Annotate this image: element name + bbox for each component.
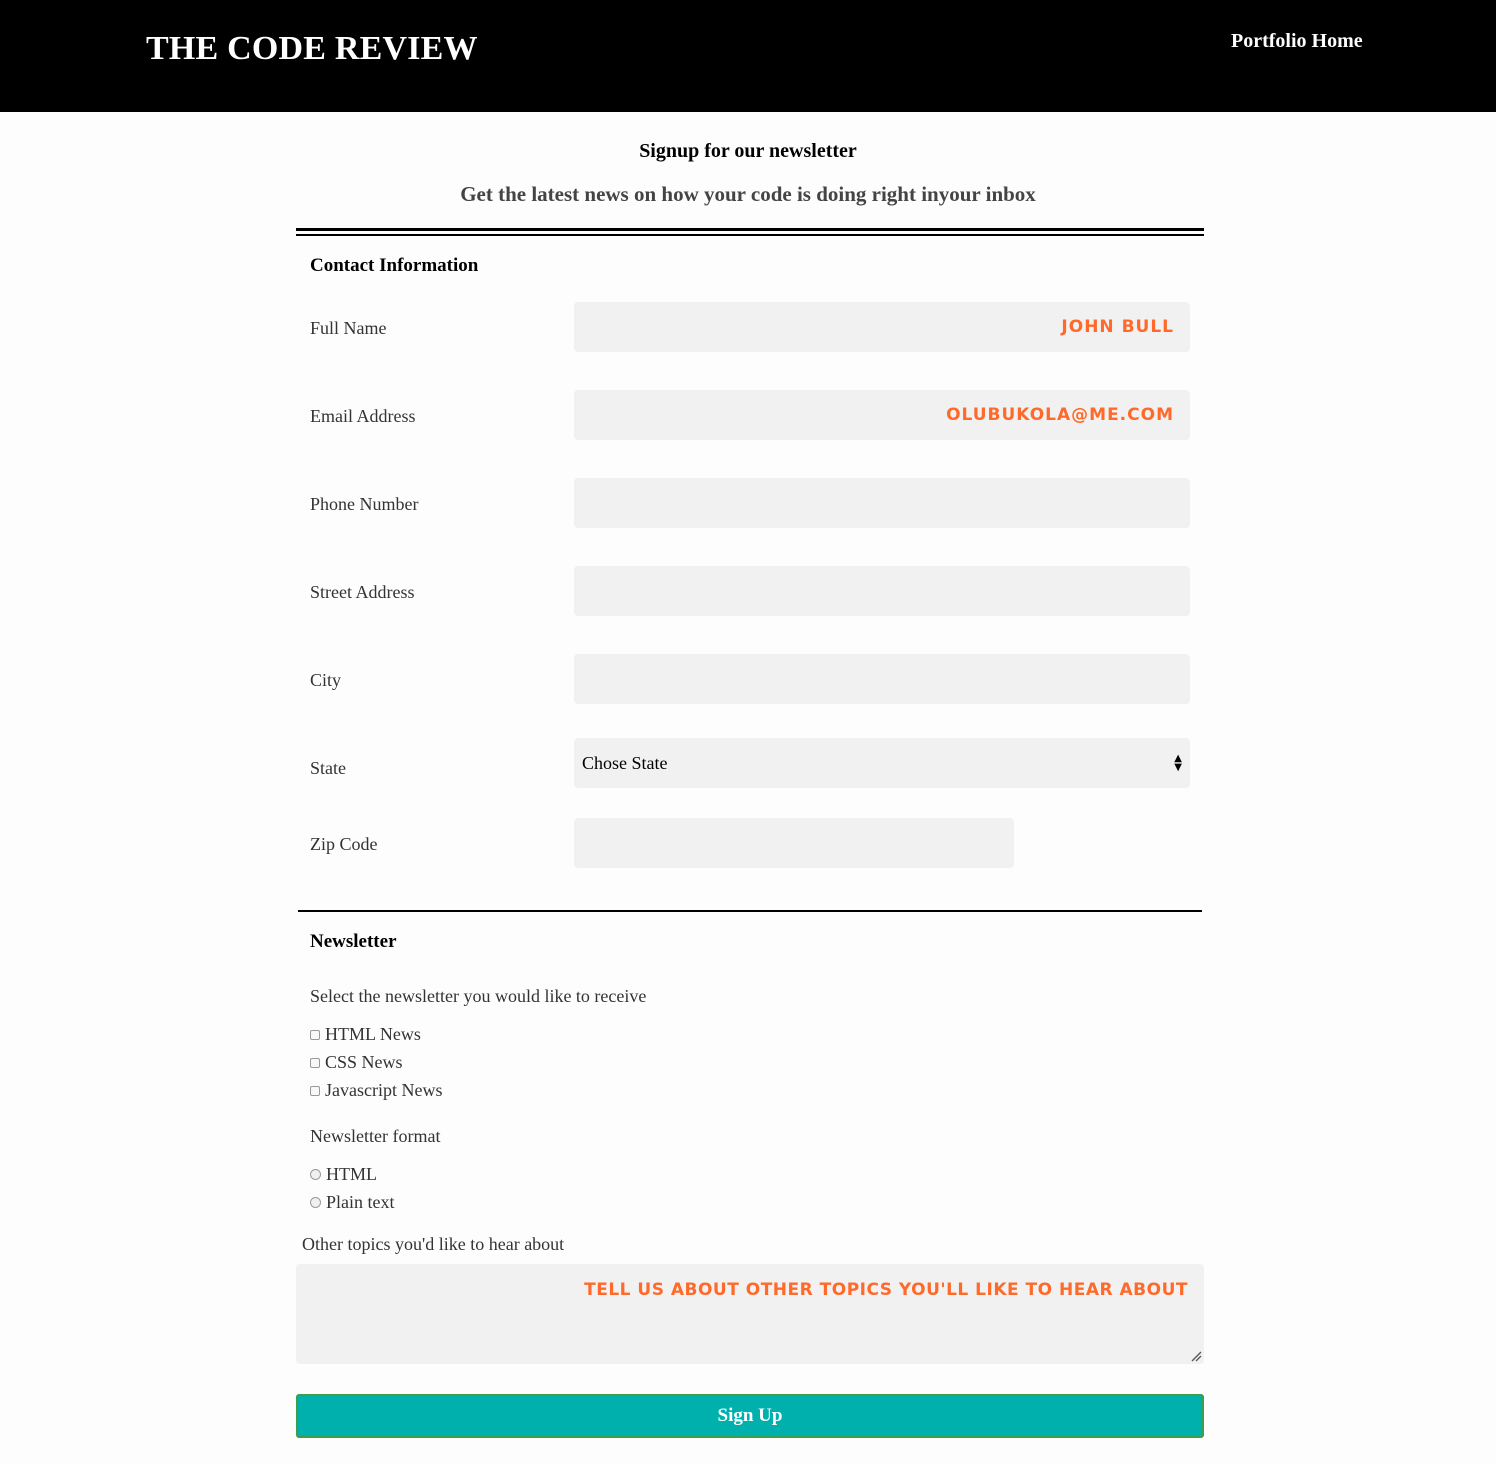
javascript-news-checkbox[interactable] [310, 1085, 320, 1096]
checkbox-row[interactable]: CSS News [310, 1052, 403, 1073]
sign-up-button[interactable]: Sign Up [296, 1394, 1204, 1438]
email-input[interactable]: olubukola@me.com [574, 390, 1190, 440]
zip-input[interactable] [574, 818, 1014, 868]
other-topics-textarea[interactable]: Tell us about other topics you'll like t… [296, 1264, 1204, 1364]
brand-title: THE CODE REVIEW [146, 30, 478, 67]
radio-row[interactable]: Plain text [310, 1192, 395, 1213]
city-label: City [310, 670, 342, 690]
street-input[interactable] [574, 566, 1190, 616]
phone-label: Phone Number [310, 494, 419, 514]
signup-heading: Signup for our newsletter [639, 140, 857, 162]
signup-subheading: Get the latest news on how your code is … [460, 182, 1036, 206]
zip-label: Zip Code [310, 834, 378, 854]
html-news-label: HTML News [325, 1024, 421, 1044]
css-news-checkbox[interactable] [310, 1057, 320, 1068]
newsletter-select-prompt: Select the newsletter you would like to … [310, 986, 647, 1006]
checkbox-row[interactable]: Javascript News [310, 1080, 442, 1101]
other-topics-text: Tell us about other topics you'll like t… [584, 1280, 1188, 1300]
html-news-checkbox[interactable] [310, 1029, 320, 1040]
format-html-radio[interactable] [310, 1169, 321, 1180]
radio-row[interactable]: HTML [310, 1164, 377, 1185]
city-input[interactable] [574, 654, 1190, 704]
street-label: Street Address [310, 582, 415, 602]
section-divider-double [296, 228, 1204, 236]
updown-arrows-icon: ▲ ▼ [1174, 753, 1182, 773]
full-name-input[interactable]: John Bull [574, 302, 1190, 352]
javascript-news-label: Javascript News [325, 1080, 443, 1100]
state-select-value: Chose State [582, 752, 668, 773]
top-header: THE CODE REVIEW Portfolio Home [0, 0, 1496, 112]
other-topics-label: Other topics you'd like to hear about [302, 1234, 565, 1254]
css-news-label: CSS News [325, 1052, 403, 1072]
portfolio-home-link[interactable]: Portfolio Home [1231, 30, 1363, 53]
section-divider [298, 910, 1202, 912]
phone-input[interactable] [574, 478, 1190, 528]
contact-section-title: Contact Information [310, 255, 479, 276]
format-plain-text-radio[interactable] [310, 1197, 321, 1208]
format-plain-text-label: Plain text [326, 1192, 395, 1212]
format-html-label: HTML [326, 1164, 377, 1184]
full-name-label: Full Name [310, 318, 387, 338]
state-label: State [310, 758, 346, 778]
newsletter-section-title: Newsletter [310, 931, 397, 952]
resize-handle-icon[interactable] [1190, 1350, 1202, 1362]
state-select[interactable]: Chose State ▲ ▼ [574, 738, 1190, 788]
newsletter-format-label: Newsletter format [310, 1126, 441, 1146]
checkbox-row[interactable]: HTML News [310, 1024, 421, 1045]
email-label: Email Address [310, 406, 416, 426]
